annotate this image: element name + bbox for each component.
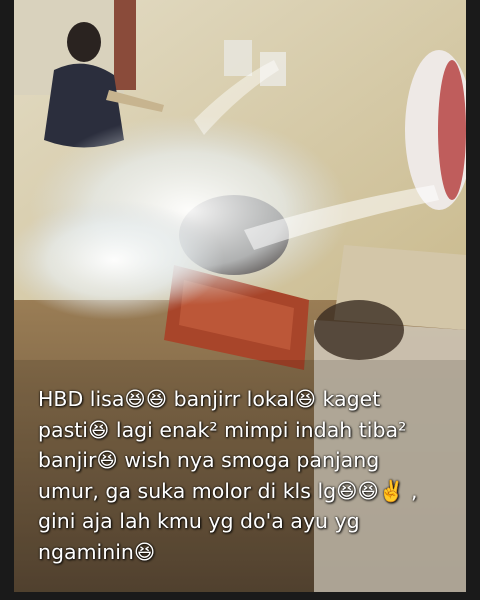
caption-line: gini aja lah kmu yg do'a ayu yg (38, 509, 360, 533)
caption-line: ngaminin😆 (38, 539, 156, 564)
photo: HBD lisa😆😆 banjirr lokal😆 kaget pasti😆 l… (14, 0, 466, 592)
post-frame: HBD lisa😆😆 banjirr lokal😆 kaget pasti😆 l… (0, 0, 480, 600)
caption-line: banjir😆 wish nya smoga panjang (38, 448, 380, 472)
photo-caption: HBD lisa😆😆 banjirr lokal😆 kaget pasti😆 l… (38, 384, 458, 567)
wall-poster (224, 40, 252, 76)
caption-line: umur, ga suka molor di kls lg😆😆✌️ , (38, 478, 418, 503)
caption-line: pasti😆 lagi enak² mimpi indah tiba² (38, 417, 407, 442)
door-frame (114, 0, 136, 90)
caption-line: HBD lisa😆😆 banjirr lokal😆 kaget (38, 387, 381, 411)
person-head (67, 22, 101, 62)
